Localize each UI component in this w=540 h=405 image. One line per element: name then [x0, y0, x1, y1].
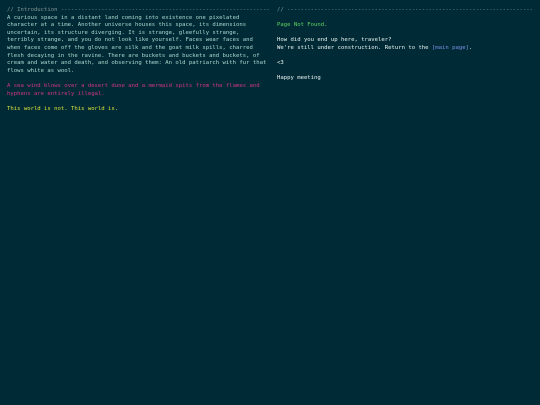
pink-paragraph: A sea wind blows over a desert dune and …	[7, 82, 263, 97]
construction-prefix: We're still under construction. Return t…	[277, 44, 432, 51]
sign-off: Happy meeting	[277, 75, 321, 82]
left-column: // Introduction ------------------------…	[7, 7, 269, 113]
main-page-link[interactable]: [main page]	[432, 45, 469, 51]
right-header: // -------------------------------------…	[277, 7, 534, 13]
intro-paragraph: A curious space in a distant land coming…	[7, 14, 270, 74]
heart-text: <3	[277, 60, 284, 67]
yellow-line: This world is not. This world is.	[7, 105, 119, 112]
not-found-message: Page Not Found.	[277, 22, 328, 29]
right-column: // -------------------------------------…	[277, 7, 534, 83]
construction-suffix: .	[468, 44, 473, 51]
construction-message: We're still under construction. Return t…	[277, 45, 534, 53]
traveler-question: How did you end up here, traveler?	[277, 37, 392, 44]
introduction-header: // Introduction ------------------------…	[7, 7, 269, 13]
